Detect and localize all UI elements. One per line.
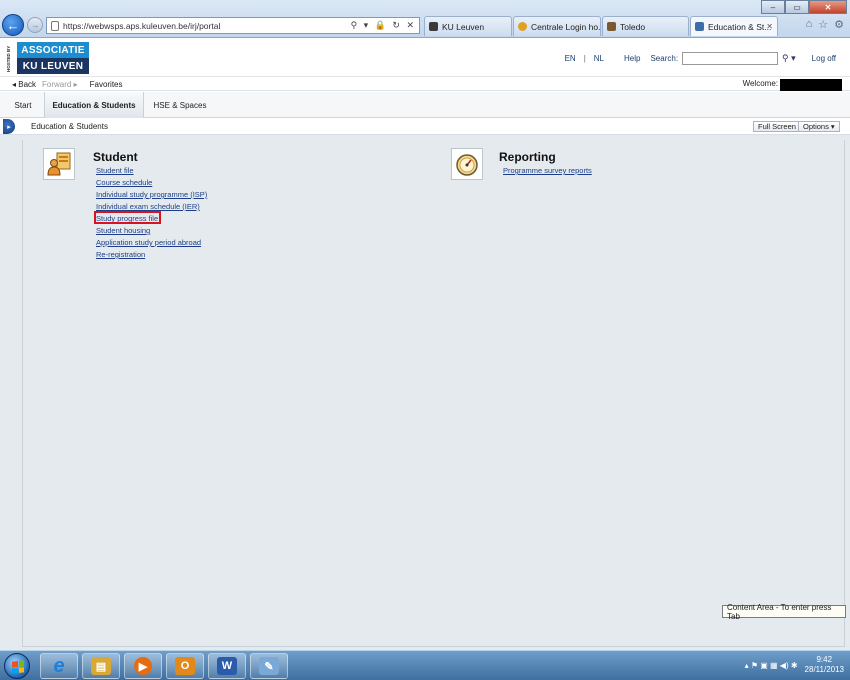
tab-label: Education & St... — [708, 21, 772, 32]
home-icon[interactable]: ⌂ — [806, 18, 813, 31]
search-icon[interactable]: ⚲ ▾ — [782, 53, 796, 64]
clock-time: 9:42 — [816, 655, 833, 664]
student-link-isp[interactable]: Individual study programme (ISP) — [96, 190, 207, 199]
student-link-student-housing[interactable]: Student housing — [96, 226, 150, 235]
clock[interactable]: 9:42 28/11/2013 — [805, 655, 844, 675]
windows-taskbar: e ▤ ▶ O W ✎ ▴ ⚑ ▣ ▦ ◀) ✱ 9:42 28/11/2013 — [0, 650, 850, 680]
internet-explorer-icon: e — [53, 654, 65, 677]
associatie-ku-leuven-logo[interactable]: ASSOCIATIE KU LEUVEN — [17, 42, 89, 74]
minimize-button[interactable]: – — [761, 0, 785, 14]
hosted-by-label: HOSTED BY — [6, 45, 11, 73]
history-forward-link[interactable]: Forward ▸ — [42, 80, 78, 89]
history-navbar: ◂ Back Forward ▸ Favorites Welcome: — [0, 78, 850, 91]
system-tray: ▴ ⚑ ▣ ▦ ◀) ✱ 9:42 28/11/2013 — [745, 655, 844, 675]
selection-highlight-box — [94, 211, 161, 224]
tab-label: KU Leuven — [442, 21, 485, 32]
tab-hse-spaces[interactable]: HSE & Spaces — [146, 92, 214, 118]
search-label: Search: — [650, 54, 679, 63]
url-text[interactable]: https://webwsps.aps.kuleuven.be/irj/port… — [63, 21, 220, 31]
tools-gear-icon[interactable]: ⚙ — [834, 18, 844, 31]
page-icon — [51, 20, 59, 31]
history-back-link[interactable]: ◂ Back — [12, 80, 36, 89]
tab-favicon-icon — [429, 22, 438, 31]
log-off-link[interactable]: Log off — [812, 54, 836, 63]
tray-icons[interactable]: ▴ ⚑ ▣ ▦ ◀) ✱ — [745, 661, 798, 670]
welcome-label: Welcome: — [742, 79, 778, 88]
tab-favicon-icon — [518, 22, 527, 31]
student-section-title: Student — [93, 150, 138, 164]
portal-page: HOSTED BY ASSOCIATIE KU LEUVEN EN | NL H… — [0, 38, 850, 650]
full-screen-button[interactable]: Full Screen — [753, 121, 801, 132]
maximize-button[interactable]: ▭ — [785, 0, 809, 14]
tab-education-students[interactable]: Education & Students — [44, 92, 144, 118]
search-input[interactable] — [682, 52, 779, 65]
browser-back-icon[interactable]: ← — [2, 14, 24, 36]
taskbar-file-explorer[interactable]: ▤ — [82, 653, 120, 679]
folder-icon: ▤ — [91, 657, 111, 675]
taskbar-media-player[interactable]: ▶ — [124, 653, 162, 679]
media-player-icon: ▶ — [134, 657, 152, 675]
logo-top-text: ASSOCIATIE — [17, 42, 89, 58]
taskbar-paint[interactable]: ✎ — [250, 653, 288, 679]
options-button[interactable]: Options ▾ — [798, 121, 840, 132]
portal-tabs: Start Education & Students HSE & Spaces — [0, 92, 850, 118]
tab-label: Centrale Login ho... — [531, 21, 601, 32]
reporting-link-programme-survey[interactable]: Programme survey reports — [503, 166, 592, 175]
browser-tab-ku-leuven[interactable]: KU Leuven — [424, 16, 512, 36]
address-tools-icon[interactable]: ⚲ ▾ 🔒 ↻ ✕ — [351, 20, 416, 31]
address-bar[interactable]: https://webwsps.aps.kuleuven.be/irj/port… — [46, 17, 420, 34]
browser-tab-toledo[interactable]: Toledo — [602, 16, 689, 36]
start-button[interactable] — [4, 653, 30, 679]
taskbar-word[interactable]: W — [208, 653, 246, 679]
portal-header: HOSTED BY ASSOCIATIE KU LEUVEN EN | NL H… — [0, 38, 850, 77]
tab-close-icon[interactable]: ✕ — [766, 22, 773, 31]
browser-chrome: ← → https://webwsps.aps.kuleuven.be/irj/… — [0, 0, 850, 38]
content-area-tooltip: Content Area - To enter press Tab — [722, 603, 846, 621]
favorites-star-icon[interactable]: ☆ — [818, 18, 828, 31]
student-link-study-abroad[interactable]: Application study period abroad — [96, 238, 201, 247]
word-icon: W — [217, 657, 237, 675]
breadcrumb: Education & Students — [31, 122, 108, 131]
header-tools: EN | NL Help Search: ⚲ ▾ Log off — [565, 52, 836, 65]
taskbar-internet-explorer[interactable]: e — [40, 653, 78, 679]
content-subbar: ▸ Education & Students Full Screen Optio… — [0, 119, 850, 135]
expand-sidebar-icon[interactable]: ▸ — [3, 119, 15, 134]
student-link-ier[interactable]: Individual exam schedule (IER) — [96, 202, 200, 211]
language-en-link[interactable]: EN — [565, 54, 576, 63]
welcome-user-redacted — [780, 79, 842, 91]
student-link-course-schedule[interactable]: Course schedule — [96, 178, 152, 187]
browser-forward-icon[interactable]: → — [27, 17, 43, 33]
tab-favicon-icon — [695, 22, 704, 31]
student-link-student-file[interactable]: Student file — [96, 166, 134, 175]
ie-toolbar-icons: ⌂ ☆ ⚙ — [806, 18, 844, 31]
clock-date: 28/11/2013 — [804, 665, 844, 674]
paint-icon: ✎ — [259, 657, 279, 675]
favorites-link[interactable]: Favorites — [90, 80, 123, 89]
help-link[interactable]: Help — [624, 54, 640, 63]
tab-start[interactable]: Start — [8, 92, 38, 118]
taskbar-outlook[interactable]: O — [166, 653, 204, 679]
browser-tab-centrale-login[interactable]: Centrale Login ho... — [513, 16, 601, 36]
language-nl-link[interactable]: NL — [594, 54, 604, 63]
language-separator: | — [583, 54, 586, 63]
reporting-gauge-icon[interactable] — [451, 148, 483, 180]
logo-bottom-text: KU LEUVEN — [17, 58, 89, 74]
tab-favicon-icon — [607, 22, 616, 31]
window-controls: – ▭ ✕ — [761, 0, 847, 14]
student-file-icon[interactable] — [43, 148, 75, 180]
student-link-re-registration[interactable]: Re-registration — [96, 250, 145, 259]
close-window-button[interactable]: ✕ — [809, 0, 847, 14]
windows-logo-icon — [12, 660, 24, 674]
outlook-icon: O — [175, 657, 195, 675]
browser-tab-education-students[interactable]: Education & St... ✕ — [690, 16, 778, 36]
reporting-section-title: Reporting — [499, 150, 556, 164]
tab-label: Toledo — [620, 21, 646, 32]
